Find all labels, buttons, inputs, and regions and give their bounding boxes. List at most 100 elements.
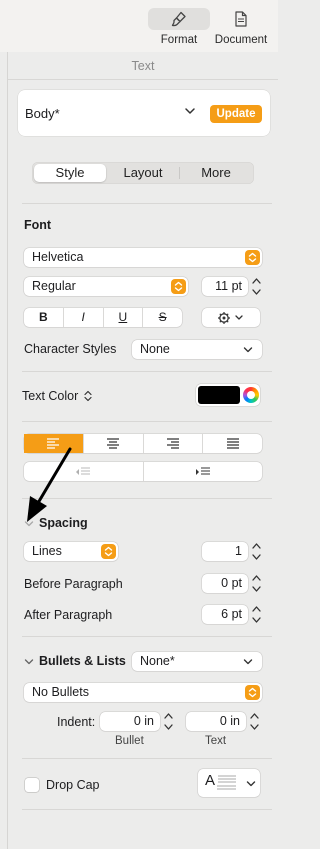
disclosure-chevron-icon[interactable]: [24, 520, 34, 528]
drop-cap-label: Drop Cap: [46, 778, 100, 792]
font-family-popup[interactable]: Helvetica: [24, 248, 262, 267]
tab-style[interactable]: Style: [34, 164, 106, 182]
underline-button[interactable]: U: [102, 308, 143, 327]
update-style-button[interactable]: Update: [210, 105, 262, 123]
gear-dropdown[interactable]: [202, 308, 260, 327]
before-paragraph-stepper[interactable]: [250, 573, 263, 594]
sidebar-edge: [0, 52, 8, 849]
strikethrough-button[interactable]: S: [142, 308, 182, 327]
line-spacing-mode-popup[interactable]: Lines: [24, 542, 118, 561]
divider: [22, 203, 272, 204]
updown-stepper-icon[interactable]: [101, 544, 116, 559]
chevron-down-icon: [243, 347, 253, 353]
advanced-options-button[interactable]: [202, 308, 260, 327]
after-paragraph-field[interactable]: 6 pt: [202, 605, 248, 624]
align-right-button[interactable]: [142, 434, 203, 453]
tab-layout[interactable]: Layout: [107, 164, 179, 182]
format-tab-button[interactable]: Format: [148, 8, 210, 50]
drop-cap-preview-icon: [217, 775, 236, 790]
format-tab-label: Format: [160, 34, 198, 46]
text-format-panel: Text Body* Update Style Layout More Font…: [8, 52, 278, 849]
text-color-label-text: Text Color: [22, 389, 79, 403]
typeface-value: Regular: [32, 279, 76, 293]
after-paragraph-stepper[interactable]: [250, 604, 263, 625]
bullet-caption: Bullet: [115, 735, 144, 747]
list-style-value: None*: [140, 654, 175, 668]
divider: [22, 371, 272, 372]
bold-button[interactable]: B: [24, 308, 63, 327]
bullet-type-popup[interactable]: No Bullets: [24, 683, 262, 702]
chevron-down-icon: [243, 659, 253, 665]
increase-indent-button[interactable]: [142, 462, 263, 481]
updown-stepper-icon[interactable]: [171, 279, 186, 294]
decrease-indent-icon: [76, 467, 91, 475]
character-styles-popup[interactable]: None: [132, 340, 262, 359]
text-indent-field[interactable]: 0 in: [186, 712, 246, 731]
font-family-value: Helvetica: [32, 250, 84, 264]
italic-button[interactable]: I: [62, 308, 103, 327]
bullet-indent-field[interactable]: 0 in: [100, 712, 160, 731]
paragraph-style-name: Body*: [25, 106, 60, 121]
text-caption: Text: [205, 735, 227, 747]
bullet-indent-stepper[interactable]: [162, 711, 175, 732]
character-styles-label: Character Styles: [24, 342, 117, 356]
divider: [22, 636, 272, 637]
drop-cap-style-popup[interactable]: A: [198, 769, 260, 797]
line-spacing-mode-value: Lines: [32, 544, 62, 558]
disclosure-chevron-icon[interactable]: [24, 658, 34, 666]
after-paragraph-label: After Paragraph: [24, 608, 113, 622]
indent-buttons: [24, 462, 262, 481]
character-styles-value: None: [140, 342, 170, 356]
divider: [22, 498, 272, 499]
updown-stepper-icon[interactable]: [245, 685, 260, 700]
justify-icon: [226, 438, 239, 449]
drop-cap-checkbox[interactable]: [25, 778, 39, 792]
gear-icon: [218, 312, 243, 324]
text-indent-stepper[interactable]: [248, 711, 261, 732]
bullet-type-value: No Bullets: [32, 685, 89, 699]
color-swatch[interactable]: [198, 386, 240, 404]
align-left-button[interactable]: [24, 434, 83, 453]
font-size-stepper[interactable]: [250, 276, 263, 297]
align-left-icon: [47, 438, 60, 449]
paintbrush-icon: [171, 11, 186, 27]
divider: [22, 758, 272, 759]
inspector-toolbar: Format Document: [0, 0, 278, 52]
panel-title: Text: [131, 59, 155, 73]
decrease-indent-button[interactable]: [24, 462, 143, 481]
color-wheel-icon[interactable]: [243, 387, 259, 403]
spacing-heading: Spacing: [39, 516, 88, 530]
style-layout-more-tabs: Style Layout More: [32, 162, 254, 184]
document-tab-button[interactable]: Document: [210, 8, 272, 50]
align-right-icon: [166, 438, 179, 449]
text-color-well[interactable]: [196, 384, 260, 406]
font-size-field[interactable]: 11 pt: [202, 277, 248, 296]
before-paragraph-field[interactable]: 0 pt: [202, 574, 248, 593]
before-paragraph-label: Before Paragraph: [24, 577, 123, 591]
align-center-icon: [107, 438, 120, 449]
list-style-popup[interactable]: None*: [132, 652, 262, 671]
tab-more[interactable]: More: [180, 164, 252, 182]
updown-stepper-icon[interactable]: [245, 250, 260, 265]
chevron-down-icon[interactable]: [184, 105, 196, 117]
paragraph-style-card[interactable]: Body* Update: [18, 90, 270, 136]
text-color-label[interactable]: Text Color: [22, 389, 92, 403]
align-center-button[interactable]: [82, 434, 143, 453]
bullets-lists-heading: Bullets & Lists: [39, 654, 126, 668]
font-style-buttons: B I U S: [24, 308, 182, 327]
divider: [22, 421, 272, 422]
updown-chevron-icon: [84, 390, 92, 402]
typeface-popup[interactable]: Regular: [24, 277, 188, 296]
indent-label: Indent:: [57, 715, 96, 729]
line-spacing-stepper[interactable]: [250, 541, 263, 562]
increase-indent-icon: [195, 467, 210, 475]
line-spacing-field[interactable]: 1: [202, 542, 248, 561]
divider: [22, 809, 272, 810]
justify-button[interactable]: [202, 434, 262, 453]
drop-cap-preview-letter: A: [205, 772, 216, 789]
font-heading: Font: [24, 218, 52, 232]
chevron-down-icon: [246, 781, 256, 787]
divider: [8, 79, 278, 80]
alignment-buttons: [24, 434, 262, 453]
document-icon: [235, 11, 247, 27]
